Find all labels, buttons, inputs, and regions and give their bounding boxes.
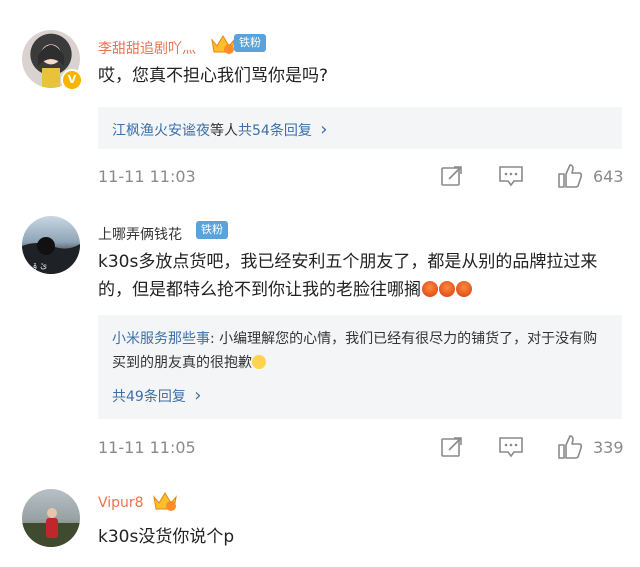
comment-text: k30s多放点货吧，我已经安利五个朋友了，都是从别的品牌拉过来的，但是都特么抢不… xyxy=(98,248,618,304)
reply-count[interactable]: 共49条回复 xyxy=(112,389,186,405)
reply-summary[interactable]: 江枫渔火安谧夜等人共54条回复 › xyxy=(112,119,327,140)
angry-emoji-icon xyxy=(456,281,472,297)
share-icon[interactable] xyxy=(440,165,464,187)
reply-author[interactable]: 小米服务那些事 xyxy=(112,331,210,347)
like-count: 643 xyxy=(593,167,624,186)
like-count: 339 xyxy=(593,438,624,457)
avatar[interactable] xyxy=(22,489,80,547)
reply-content[interactable]: 小米服务那些事: 小编理解您的心情，我们已经有很尽力的铺货了，对于没有购买到的朋… xyxy=(112,327,608,375)
timestamp: 11-11 11:03 xyxy=(98,167,196,186)
reply-suffix: 等人 xyxy=(210,123,238,139)
username[interactable]: 李甜甜追剧吖灬 xyxy=(98,38,196,58)
comment-text: 哎，您真不担心我们骂你是吗? xyxy=(98,66,329,86)
comment-icon[interactable] xyxy=(498,165,524,187)
thumbs-up-icon[interactable] xyxy=(557,163,583,189)
reply-summary-box[interactable]: 江枫渔火安谧夜等人共54条回复 › xyxy=(98,107,622,149)
svg-text:ئ ۊ: ئ ۊ xyxy=(32,261,47,271)
share-icon[interactable] xyxy=(440,436,464,458)
thumbs-up-icon[interactable] xyxy=(557,434,583,460)
comment-icon[interactable] xyxy=(498,436,524,458)
angry-emoji-icon xyxy=(422,281,438,297)
avatar[interactable]: ئ ۊ xyxy=(22,216,80,274)
comment-item: V 李甜甜追剧吖灬 铁粉 哎，您真不担心我们骂你是吗? 江枫渔火安谧夜等人共54… xyxy=(0,0,640,200)
fan-badge: 铁粉 xyxy=(196,221,228,239)
comment-item: Vipur8 k30s没货你说个p xyxy=(0,480,640,567)
chevron-right-icon: › xyxy=(194,385,202,406)
username[interactable]: Vipur8 xyxy=(98,495,144,511)
avatar-image xyxy=(22,508,80,547)
crown-icon xyxy=(153,492,177,511)
chevron-right-icon: › xyxy=(320,119,328,140)
avatar-image: ئ ۊ xyxy=(22,237,80,274)
comment-text-content: k30s多放点货吧，我已经安利五个朋友了，都是从别的品牌拉过来的，但是都特么抢不… xyxy=(98,252,598,300)
crown-icon xyxy=(211,35,235,54)
timestamp: 11-11 11:05 xyxy=(98,438,196,457)
username[interactable]: 上哪弄俩钱花 xyxy=(98,224,182,244)
reply-count-link[interactable]: 共49条回复 › xyxy=(112,385,201,406)
fan-badge: 铁粉 xyxy=(234,34,266,52)
reply-box[interactable]: 小米服务那些事: 小编理解您的心情，我们已经有很尽力的铺货了，对于没有购买到的朋… xyxy=(98,315,622,419)
reply-count[interactable]: 共54条回复 xyxy=(238,123,312,139)
comment-text: k30s没货你说个p xyxy=(98,527,235,547)
verified-badge-icon: V xyxy=(61,69,83,91)
smile-emoji-icon xyxy=(252,355,266,369)
comment-item: ئ ۊ 上哪弄俩钱花 铁粉 k30s多放点货吧，我已经安利五个朋友了，都是从别的… xyxy=(0,200,640,480)
reply-names[interactable]: 江枫渔火安谧夜 xyxy=(112,123,210,139)
angry-emoji-icon xyxy=(439,281,455,297)
